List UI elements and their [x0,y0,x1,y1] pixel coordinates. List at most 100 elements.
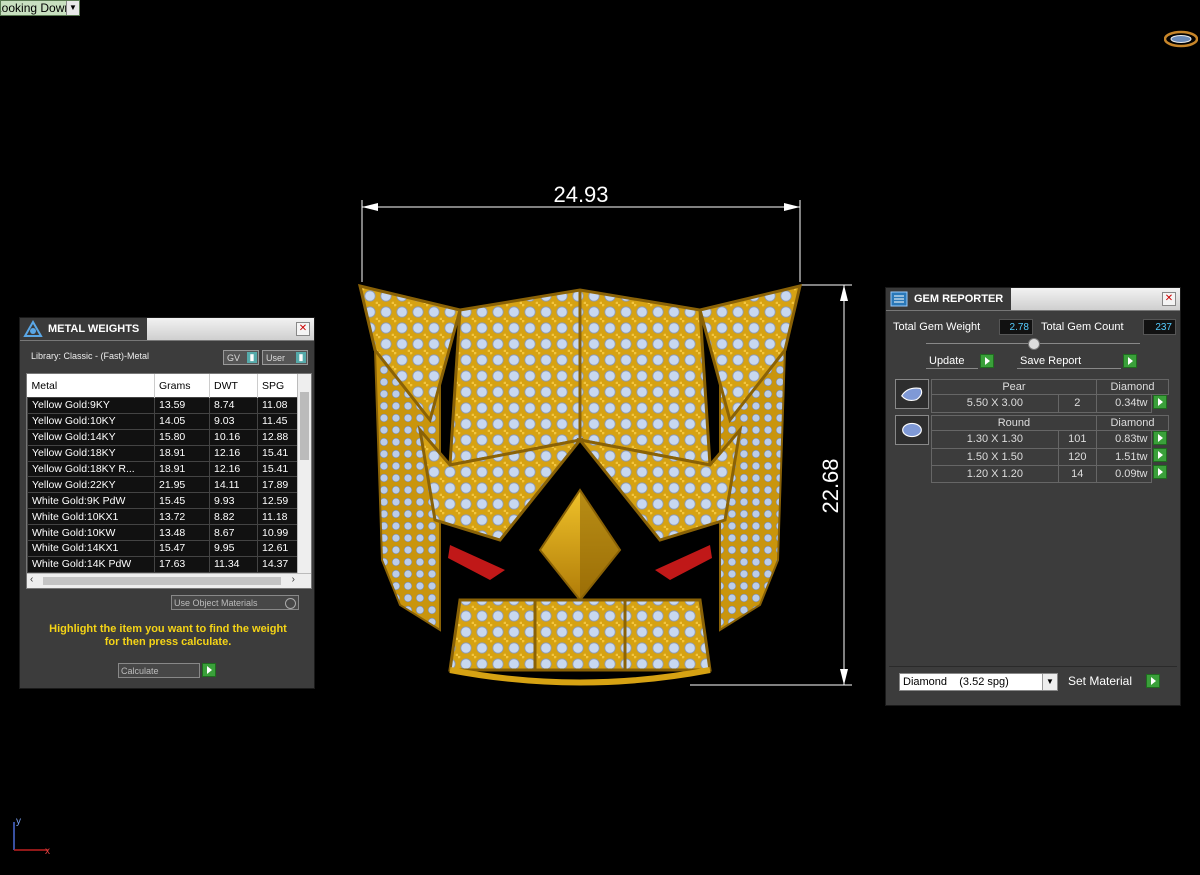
spg-value: 10.99 [257,524,298,542]
gem-weight: 0.09tw [1095,464,1152,483]
metal-table-vertical-scrollbar[interactable] [297,374,311,574]
material-select[interactable]: Diamond (3.52 spg) ▼ [899,673,1058,691]
metal-name: White Gold:14K PdW [27,555,155,573]
column-header-dwt[interactable]: DWT [209,374,258,398]
dwt-value: 12.16 [209,444,258,462]
save-report-field[interactable]: Save Report [1017,354,1121,369]
material-select-value: Diamond (3.52 spg) [903,676,1009,688]
ring-model-viewport[interactable]: 24.93 22.68 [330,160,870,700]
grams-value: 18.91 [154,460,210,478]
set-material-label[interactable]: Set Material [1068,674,1132,688]
select-gem-button[interactable] [1152,465,1167,479]
metal-name: Yellow Gold:18KY [27,444,155,462]
dwt-value: 8.82 [209,508,258,526]
width-dimension-label: 24.93 [553,182,608,207]
gem-reporter-title: GEM REPORTER [914,293,1004,305]
column-header-spg[interactable]: SPG [257,374,298,398]
gem-row[interactable]: 1.30 X 1.30 101 0.83tw [931,430,1169,449]
metal-table-row[interactable]: White Gold:10KW 13.48 8.67 10.99 [27,524,298,542]
view-select-dropdown[interactable]: Looking Down ▼ [0,0,80,16]
gem-reporter-splitter[interactable] [926,338,1140,350]
metal-table-row[interactable]: Yellow Gold:10KY 14.05 9.03 11.45 [27,412,298,430]
save-report-label: Save Report [1020,355,1082,367]
gem-size: 1.30 X 1.30 [931,430,1059,449]
gem-group-header: Pear Diamond [931,379,1170,395]
metal-table-row[interactable]: Yellow Gold:18KY 18.91 12.16 15.41 [27,444,298,462]
gem-row[interactable]: 5.50 X 3.00 2 0.34tw [931,394,1169,413]
update-label: Update [929,355,965,367]
chevron-down-icon[interactable]: ▼ [1042,674,1057,690]
gv-toggle-label: GV [227,353,241,363]
radio-icon[interactable] [285,598,296,609]
dwt-value: 11.34 [209,555,258,573]
splitter-handle[interactable] [1028,338,1040,350]
grams-value: 17.63 [154,555,210,573]
dwt-value: 9.93 [209,492,258,510]
grams-value: 21.95 [154,476,210,494]
gem-weight: 0.83tw [1095,430,1152,449]
round-gem-icon[interactable] [895,415,929,445]
dwt-value: 8.74 [209,397,258,414]
select-gem-button[interactable] [1152,431,1167,445]
pear-gem-icon[interactable] [895,379,929,409]
gem-weight: 1.51tw [1095,447,1152,466]
metal-weights-titlebar[interactable]: METAL WEIGHTS ✕ [20,318,314,341]
metal-table-row[interactable]: Yellow Gold:18KY R... 18.91 12.16 15.41 [27,460,298,478]
close-icon[interactable]: ✕ [296,322,310,336]
gem-material-label: Diamond [1095,415,1170,431]
select-gem-button[interactable] [1152,395,1167,409]
toggle-indicator-icon: ▮ [296,352,306,363]
calculate-button[interactable] [202,663,216,677]
metal-table-row[interactable]: Yellow Gold:9KY 13.59 8.74 11.08 [27,397,298,414]
use-object-materials-field[interactable]: Use Object Materials [171,595,299,610]
metal-table-row[interactable]: White Gold:9K PdW 15.45 9.93 12.59 [27,492,298,510]
select-gem-button[interactable] [1152,448,1167,462]
metal-table-row[interactable]: White Gold:10KX1 13.72 8.82 11.18 [27,508,298,526]
gem-size: 1.20 X 1.20 [931,464,1059,483]
gem-count: 14 [1057,464,1097,483]
gem-row[interactable]: 1.50 X 1.50 120 1.51tw [931,447,1169,466]
metal-table-row[interactable]: Yellow Gold:14KY 15.80 10.16 12.88 [27,428,298,446]
gem-count: 2 [1057,394,1097,413]
update-button[interactable] [980,354,994,368]
ring-body [357,283,803,686]
save-report-button[interactable] [1123,354,1137,368]
spg-value: 11.08 [257,397,298,414]
column-header-metal[interactable]: Metal [27,374,155,398]
total-gem-count-value: 237 [1143,319,1176,335]
spg-value: 11.45 [257,412,298,430]
column-header-grams[interactable]: Grams [154,374,210,398]
spg-value: 11.18 [257,508,298,526]
view-select-value: Looking Down [0,1,72,15]
chevron-left-icon[interactable]: ‹ [30,574,33,585]
view-compass-icon[interactable] [1164,28,1198,50]
hint-line-2: for then press calculate. [104,636,232,648]
gem-size: 1.50 X 1.50 [931,447,1059,466]
spg-value: 15.41 [257,444,298,462]
spg-value: 12.59 [257,492,298,510]
scrollbar-thumb[interactable] [43,577,281,585]
chevron-right-icon[interactable]: › [292,574,295,585]
metal-table-row[interactable]: White Gold:14K PdW 17.63 11.34 14.37 [27,555,298,573]
grams-value: 13.48 [154,524,210,542]
metal-name: Yellow Gold:18KY R... [27,460,155,478]
update-field[interactable]: Update [926,354,978,369]
dwt-value: 12.16 [209,460,258,478]
gem-reporter-titlebar[interactable]: GEM REPORTER ✕ [886,288,1180,311]
set-material-button[interactable] [1146,674,1160,688]
scrollbar-thumb[interactable] [300,392,309,460]
metal-table-row[interactable]: Yellow Gold:22KY 21.95 14.11 17.89 [27,476,298,494]
gv-toggle[interactable]: GV ▮ [223,350,259,365]
metal-table-row[interactable]: White Gold:14KX1 15.47 9.95 12.61 [27,540,298,557]
metal-table-horizontal-scrollbar[interactable]: ‹ › [27,573,311,588]
chevron-down-icon[interactable]: ▼ [66,1,79,15]
user-toggle[interactable]: User ▮ [262,350,308,365]
dwt-value: 10.16 [209,428,258,446]
calculate-label: Calculate [121,666,159,676]
gem-reporter-panel: GEM REPORTER ✕ Total Gem Weight 2.78 Tot… [885,287,1181,706]
axis-x-label: x [45,846,50,856]
gem-row[interactable]: 1.20 X 1.20 14 0.09tw [931,464,1169,483]
calculate-field[interactable]: Calculate [118,663,200,678]
metal-weights-title: METAL WEIGHTS [48,323,140,335]
close-icon[interactable]: ✕ [1162,292,1176,306]
